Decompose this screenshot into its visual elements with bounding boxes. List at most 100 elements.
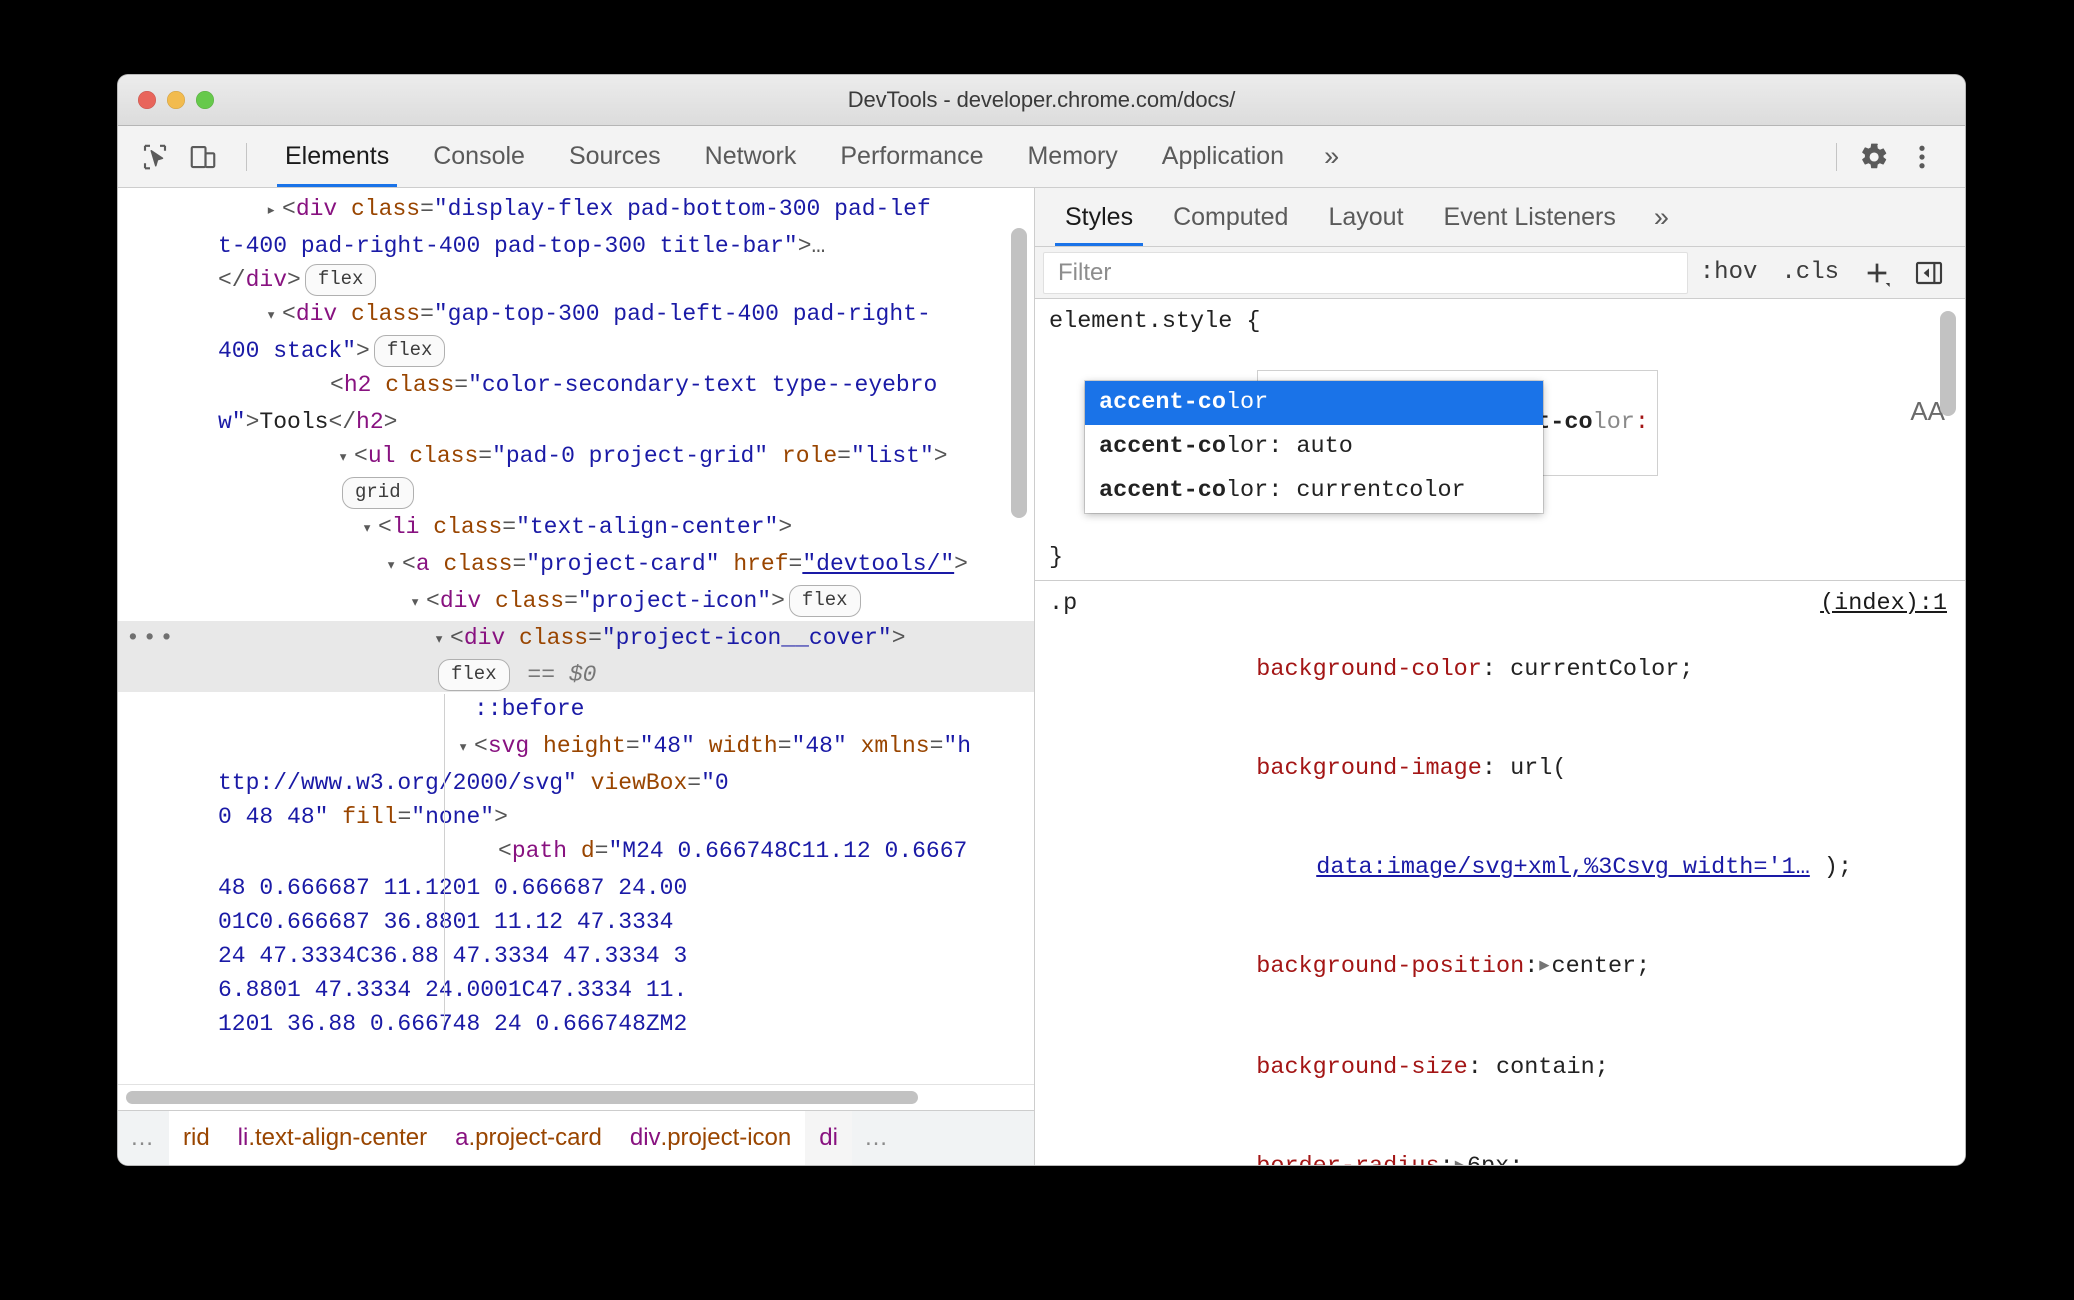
breadcrumb-item[interactable]: rid [169,1111,224,1165]
breadcrumb-item[interactable]: di [805,1111,852,1165]
autocomplete-option[interactable]: accent-color: currentcolor [1085,469,1543,513]
declaration-background-image-url[interactable]: data:image/svg+xml,%3Csvg width='1… ); [1035,818,1965,917]
dom-node-row[interactable]: grid [118,476,1034,510]
breadcrumb-item[interactable]: a .project-card [441,1111,616,1165]
breadcrumb-item[interactable]: li .text-align-center [223,1111,442,1165]
declaration-value[interactable]: currentColor [1510,656,1679,683]
styles-vertical-scrollbar[interactable] [1933,299,1963,1165]
rule-stylesheet-origin-link[interactable]: (index):1 [1820,587,1947,620]
tab-elements[interactable]: Elements [263,126,411,187]
expand-triangle-icon[interactable]: ▶ [1455,1150,1465,1165]
collapse-triangle-icon[interactable]: ▾ [434,624,450,658]
dom-node-row[interactable]: <h2 class="color-secondary-text type--ey… [118,368,1034,405]
dom-node-row[interactable]: </div> flex [118,263,1034,297]
declaration-value[interactable]: 6px [1467,1153,1509,1165]
breadcrumb-overflow-left[interactable]: … [118,1111,169,1165]
collapse-triangle-icon[interactable]: ▾ [386,550,402,584]
toggle-element-classes-button[interactable]: .cls [1769,259,1851,286]
declaration-property[interactable]: background-size [1256,1054,1468,1081]
expand-triangle-icon[interactable]: ▶ [1539,950,1549,983]
zoom-button[interactable] [196,91,214,109]
close-button[interactable] [138,91,156,109]
tab-layout[interactable]: Layout [1308,188,1423,246]
tab-performance[interactable]: Performance [818,126,1005,187]
declaration-property[interactable]: border-radius [1256,1153,1439,1165]
dom-node-row[interactable]: ttp://www.w3.org/2000/svg" viewBox="0 [118,766,1034,800]
node-overflow-dots-icon[interactable]: ••• [126,621,176,655]
layout-badge-flex[interactable]: flex [438,659,510,691]
declaration-value[interactable]: contain [1496,1054,1595,1081]
expand-triangle-icon[interactable]: ▸ [266,195,282,229]
minimize-button[interactable] [167,91,185,109]
declaration-background-size[interactable]: background-size: contain; [1035,1018,1965,1117]
layout-badge-flex[interactable]: flex [304,264,377,296]
tab-computed[interactable]: Computed [1153,188,1308,246]
collapse-triangle-icon[interactable]: ▾ [338,442,354,476]
dom-tree-scroll-area[interactable]: ▸ <div class="display-flex pad-bottom-300… [118,188,1034,1084]
layout-badge-flex[interactable]: flex [788,585,861,617]
declaration-background-position[interactable]: background-position:▶center; [1035,917,1965,1018]
panel-collapse-icon[interactable] [1903,257,1955,289]
rule-selector[interactable]: .p (index):1 [1035,587,1965,620]
dom-node-row-selected[interactable]: ••• ▾ <div class="project-icon__cover"> [118,621,1034,658]
tab-styles[interactable]: Styles [1045,188,1153,246]
device-toolbar-icon[interactable] [182,136,224,178]
dom-tree-vertical-scrollbar[interactable] [1004,188,1034,1084]
breadcrumb-item[interactable]: div .project-icon [615,1111,806,1165]
dom-node-row[interactable]: ▾ <li class="text-align-center"> [118,510,1034,547]
declaration-property[interactable]: background-color [1256,656,1482,683]
breadcrumb-overflow-right[interactable]: … [851,1111,903,1165]
collapse-triangle-icon[interactable]: ▾ [362,513,378,547]
declaration-border-radius[interactable]: border-radius:▶6px; [1035,1117,1965,1165]
dom-node-row[interactable]: ::before [118,692,1034,729]
dom-node-row[interactable]: 48 0.666687 11.1201 0.666687 24.00 [118,871,1034,905]
tab-sources[interactable]: Sources [547,126,683,187]
autocomplete-option[interactable]: accent-color [1085,381,1543,425]
panel-overflow-button[interactable]: » [1306,126,1357,187]
collapse-triangle-icon[interactable]: ▾ [266,300,282,334]
dom-node-row[interactable]: 6.8801 47.3334 24.0001C47.3334 11. [118,973,1034,1007]
dom-node-row[interactable]: t-400 pad-right-400 pad-top-300 title-ba… [118,229,1034,263]
kebab-menu-icon[interactable] [1901,136,1943,178]
dom-node-row[interactable]: ▸ <div class="display-flex pad-bottom-300… [118,192,1034,229]
gear-icon[interactable] [1853,136,1895,178]
tab-event-listeners[interactable]: Event Listeners [1424,188,1636,246]
styles-filter-input[interactable]: Filter [1043,251,1688,294]
declaration-value[interactable]: center [1552,953,1637,980]
layout-badge-flex[interactable]: flex [373,335,446,367]
dom-node-row-selected[interactable]: flex == $0 [118,658,1034,692]
rule-selector[interactable]: element.style { [1035,305,1965,338]
toggle-pseudo-states-button[interactable]: :hov [1688,259,1770,286]
tab-network[interactable]: Network [683,126,819,187]
tab-console[interactable]: Console [411,126,547,187]
dom-node-row[interactable]: ▾ <div class="project-icon"> flex [118,584,1034,621]
collapse-triangle-icon[interactable]: ▾ [410,587,426,621]
declaration-background-image[interactable]: background-image: url( [1035,719,1965,818]
dom-node-row[interactable]: 0 48 48" fill="none"> [118,800,1034,834]
dom-node-row[interactable]: ▾ <a class="project-card" href="devtools/… [118,547,1034,584]
collapse-triangle-icon[interactable]: ▾ [458,732,474,766]
css-property-autocomplete[interactable]: accent-color accent-color: auto accent-col… [1085,381,1543,513]
dom-tree[interactable]: ▸ <div class="display-flex pad-bottom-300… [118,188,1034,1041]
layout-badge-grid[interactable]: grid [342,477,414,509]
inspect-cursor-icon[interactable] [134,136,176,178]
declaration-background-color[interactable]: background-color: currentColor; [1035,620,1965,719]
tab-memory[interactable]: Memory [1005,126,1139,187]
dom-node-row[interactable]: ▾ <ul class="pad-0 project-grid" role="li… [118,439,1034,476]
dom-node-row[interactable]: <path d="M24 0.666748C11.12 0.6667 [118,834,1034,871]
dom-node-row[interactable]: ▾ <div class="gap-top-300 pad-left-400 pa… [118,297,1034,334]
dom-node-row[interactable]: 01C0.666687 36.8801 11.12 47.3334 [118,905,1034,939]
styles-rules-list[interactable]: element.style { accent-color: ; } AA acc… [1035,299,1965,1165]
dom-node-row[interactable]: 1201 36.88 0.666748 24 0.666748ZM2 [118,1007,1034,1041]
breadcrumb[interactable]: … rid li .text-align-center a .project-card di… [118,1110,1034,1165]
new-style-rule-button[interactable] [1851,257,1903,289]
dom-node-row[interactable]: 400 stack"> flex [118,334,1034,368]
declaration-property[interactable]: background-image [1256,755,1482,782]
dom-node-row[interactable]: ▾ <svg height="48" width="48" xmlns="h [118,729,1034,766]
tab-application[interactable]: Application [1140,126,1306,187]
dom-node-row[interactable]: w">Tools</h2> [118,405,1034,439]
data-uri-link[interactable]: data:image/svg+xml,%3Csvg width='1… [1316,854,1810,881]
declaration-property[interactable]: background-position [1256,953,1524,980]
styles-tabs-overflow-button[interactable]: » [1636,188,1687,246]
autocomplete-option[interactable]: accent-color: auto [1085,425,1543,469]
